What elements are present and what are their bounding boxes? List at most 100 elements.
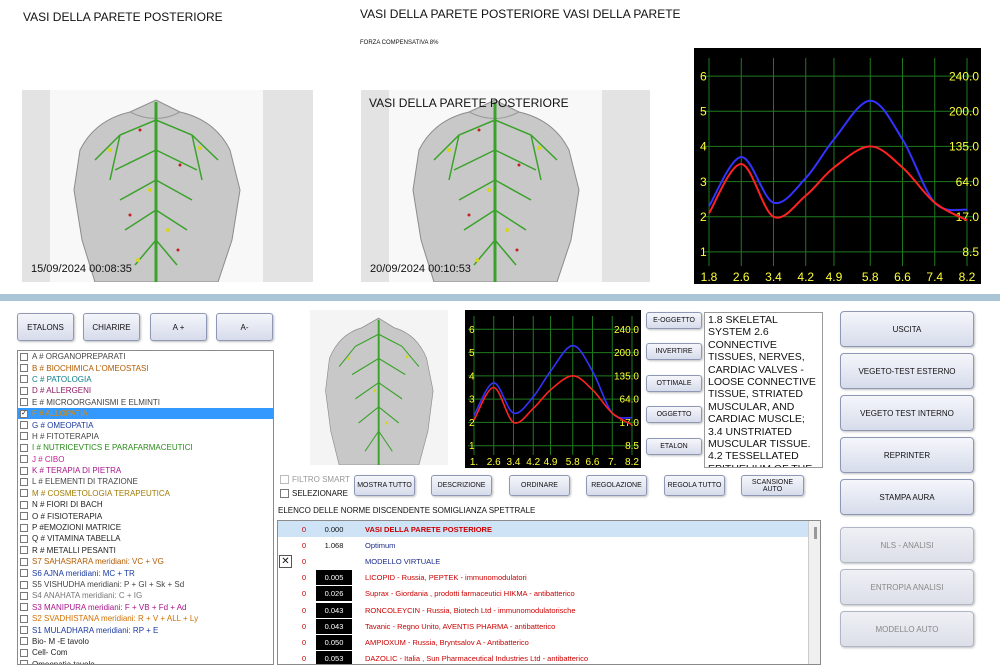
category-item[interactable]: Cell- Com bbox=[18, 647, 273, 658]
table-row[interactable]: 0 0.050 AMPIOXUM - Russia, Bryntsalov A - … bbox=[278, 634, 808, 650]
category-item[interactable]: I # NUTRICEVTICS E PARAFARMACEUTICI bbox=[18, 442, 273, 453]
table-row[interactable]: 0 1.068 Optimum bbox=[278, 537, 808, 553]
category-item[interactable]: S6 AJNA meridiani: MC + TR bbox=[18, 567, 273, 578]
descrizione-button[interactable]: DESCRIZIONE bbox=[431, 475, 492, 496]
row-mark[interactable] bbox=[279, 636, 292, 649]
table-row[interactable]: 0 0.043 RONCOLEYCIN - Russia, Biotech Ltd … bbox=[278, 602, 808, 618]
reprinter-button[interactable]: REPRINTER bbox=[840, 437, 974, 473]
row-mark[interactable]: ✕ bbox=[279, 554, 292, 568]
etalons-button[interactable]: ETALONS bbox=[17, 313, 74, 341]
table-row[interactable]: 0 0.053 DAZOLIC - Italia , Sun Pharmaceuti… bbox=[278, 651, 808, 664]
category-checkbox[interactable] bbox=[20, 534, 28, 543]
scansione-auto-button[interactable]: SCANSIONE AUTO bbox=[741, 475, 804, 496]
regolazione-button[interactable]: REGOLAZIONE bbox=[586, 475, 647, 496]
row-mark[interactable] bbox=[279, 652, 292, 664]
row-mark[interactable] bbox=[279, 587, 292, 600]
category-checkbox[interactable] bbox=[20, 603, 28, 612]
scrollbar-thumb[interactable] bbox=[814, 527, 817, 539]
row-mark[interactable] bbox=[279, 571, 292, 584]
results-scrollbar[interactable] bbox=[808, 521, 820, 664]
stampa-aura-button[interactable]: STAMPA AURA bbox=[840, 479, 974, 515]
category-checkbox[interactable] bbox=[20, 375, 28, 384]
category-checkbox[interactable] bbox=[20, 364, 28, 373]
category-item[interactable]: ✓ F # ALLOPATIA bbox=[18, 407, 273, 420]
oggetto-button[interactable]: OGGETTO bbox=[646, 406, 702, 423]
category-checkbox[interactable] bbox=[20, 546, 28, 555]
etalon-button[interactable]: ETALON bbox=[646, 438, 702, 455]
category-item[interactable]: M # COSMETOLOGIA TERAPEUTICA bbox=[18, 488, 273, 499]
category-checkbox[interactable] bbox=[20, 477, 28, 486]
category-list[interactable]: A # ORGANOPREPARATI B # BIOCHIMICA L'OMEO… bbox=[17, 350, 274, 665]
category-item[interactable]: S2 SVADHISTANA meridiani: R + V + ALL + … bbox=[18, 613, 273, 624]
ordinare-button[interactable]: ORDINARE bbox=[509, 475, 570, 496]
category-item[interactable]: J # CIBO bbox=[18, 454, 273, 465]
entropia-analisi-button[interactable]: ENTROPIA ANALISI bbox=[840, 569, 974, 605]
category-checkbox[interactable] bbox=[20, 660, 28, 664]
category-item[interactable]: R # METALLI PESANTI bbox=[18, 545, 273, 556]
category-checkbox[interactable] bbox=[20, 557, 28, 566]
regola-tutto-button[interactable]: REGOLA TUTTO bbox=[664, 475, 725, 496]
category-item[interactable]: Q # VITAMINA TABELLA bbox=[18, 533, 273, 544]
category-checkbox[interactable] bbox=[20, 500, 28, 509]
category-item[interactable]: N # FIORI DI BACH bbox=[18, 499, 273, 510]
row-mark[interactable] bbox=[279, 523, 292, 536]
row-mark[interactable] bbox=[279, 604, 292, 617]
category-checkbox[interactable] bbox=[20, 512, 28, 521]
category-checkbox[interactable] bbox=[20, 637, 28, 646]
category-checkbox[interactable] bbox=[20, 352, 28, 361]
chiarire-button[interactable]: CHIARIRE bbox=[83, 313, 140, 341]
category-item[interactable]: A # ORGANOPREPARATI bbox=[18, 351, 273, 362]
table-row[interactable]: 0 0.026 Suprax - Giordania , prodotti farm… bbox=[278, 586, 808, 602]
filtro-smart-box[interactable] bbox=[280, 475, 289, 484]
category-checkbox[interactable]: ✓ bbox=[20, 409, 28, 418]
category-item[interactable]: S5 VISHUDHA meridiani: P + GI + Sk + Sd bbox=[18, 579, 273, 590]
category-item[interactable]: O # FISIOTERAPIA bbox=[18, 510, 273, 521]
category-item[interactable]: Bio- M -E tavolo bbox=[18, 636, 273, 647]
category-item[interactable]: S4 ANAHATA meridiani: C + IG bbox=[18, 590, 273, 601]
invertire-button[interactable]: INVERTIRE bbox=[646, 343, 702, 360]
category-checkbox[interactable] bbox=[20, 626, 28, 635]
category-item[interactable]: E # MICROORGANISMI E ELMINTI bbox=[18, 397, 273, 408]
table-row[interactable]: 0 0.000 VASI DELLA PARETE POSTERIORE bbox=[278, 521, 808, 537]
results-table[interactable]: 0 0.000 VASI DELLA PARETE POSTERIORE 0 1.068… bbox=[277, 520, 821, 665]
category-item[interactable]: L # ELEMENTI DI TRAZIONE bbox=[18, 476, 273, 487]
category-item[interactable]: P #EMOZIONI MATRICE bbox=[18, 522, 273, 533]
modello-auto-button[interactable]: MODELLO AUTO bbox=[840, 611, 974, 647]
category-item[interactable]: Omeopatia tavolo bbox=[18, 659, 273, 664]
category-item[interactable]: S3 MANIPURA meridiani: F + VB + Fd + Ad bbox=[18, 602, 273, 613]
category-checkbox[interactable] bbox=[20, 591, 28, 600]
category-item[interactable]: S1 MULADHARA meridiani: RP + E bbox=[18, 624, 273, 635]
mostra-tutto-button[interactable]: MOSTRA TUTTO bbox=[354, 475, 415, 496]
ottimale-button[interactable]: OTTIMALE bbox=[646, 375, 702, 392]
row-mark[interactable] bbox=[279, 620, 292, 633]
category-checkbox[interactable] bbox=[20, 523, 28, 532]
vegeto-test-esterno-button[interactable]: VEGETO-TEST ESTERNO bbox=[840, 353, 974, 389]
category-checkbox[interactable] bbox=[20, 455, 28, 464]
category-checkbox[interactable] bbox=[20, 432, 28, 441]
table-row[interactable]: ✕ 0 MODELLO VIRTUALE bbox=[278, 553, 808, 569]
category-checkbox[interactable] bbox=[20, 398, 28, 407]
nls-analisi-button[interactable]: NLS - ANALISI bbox=[840, 527, 974, 563]
category-item[interactable]: B # BIOCHIMICA L'OMEOSTASI bbox=[18, 362, 273, 373]
category-item[interactable]: S7 SAHASRARA meridiani: VC + VG bbox=[18, 556, 273, 567]
e-oggetto-button[interactable]: E-OGGETTO bbox=[646, 312, 702, 329]
category-checkbox[interactable] bbox=[20, 386, 28, 395]
category-checkbox[interactable] bbox=[20, 614, 28, 623]
filtro-smart-checkbox[interactable]: FILTRO SMART bbox=[280, 475, 350, 484]
table-row[interactable]: 0 0.005 LICOPID - Russia, PEPTEK - immunom… bbox=[278, 570, 808, 586]
selezionare-box[interactable] bbox=[280, 489, 289, 498]
category-checkbox[interactable] bbox=[20, 421, 28, 430]
a-plus-button[interactable]: A + bbox=[150, 313, 207, 341]
category-checkbox[interactable] bbox=[20, 443, 28, 452]
category-checkbox[interactable] bbox=[20, 569, 28, 578]
uscita-button[interactable]: USCITA bbox=[840, 311, 974, 347]
vegeto-test-interno-button[interactable]: VEGETO TEST INTERNO bbox=[840, 395, 974, 431]
category-checkbox[interactable] bbox=[20, 466, 28, 475]
category-item[interactable]: G # OMEOPATIA bbox=[18, 419, 273, 430]
category-checkbox[interactable] bbox=[20, 648, 28, 657]
category-checkbox[interactable] bbox=[20, 580, 28, 589]
a-minus-button[interactable]: A- bbox=[216, 313, 273, 341]
row-mark[interactable] bbox=[279, 539, 292, 552]
category-item[interactable]: H # FITOTERAPIA bbox=[18, 431, 273, 442]
category-item[interactable]: C # PATOLOGIA bbox=[18, 374, 273, 385]
